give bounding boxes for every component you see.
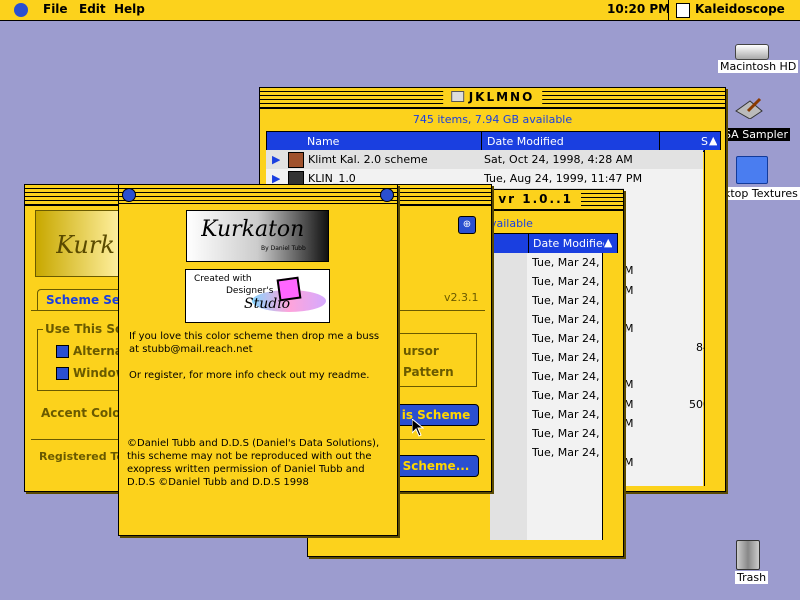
fragment-text: M: [624, 398, 634, 411]
folder-icon: [450, 91, 464, 102]
about-window: Kurkaton By Daniel Tubb Created with Des…: [118, 184, 398, 536]
file-date: Sat, Oct 24, 1998, 4:28 AM: [484, 153, 633, 166]
file-date: Tue, Mar 24,: [532, 294, 600, 307]
textures-label[interactable]: ktop Textures: [722, 187, 800, 200]
file-date: Tue, Aug 24, 1999, 11:47 PM: [484, 172, 643, 185]
fragment-text: M: [624, 417, 634, 430]
option-label[interactable]: ursor: [403, 344, 439, 358]
title-bar[interactable]: [119, 185, 397, 204]
designers-studio-logo: Created with Designer's Studio: [185, 269, 330, 323]
checkbox-alternate[interactable]: [56, 345, 69, 358]
trash-icon[interactable]: [736, 540, 760, 570]
fragment-text: M: [624, 264, 634, 277]
version-label: v2.3.1: [444, 291, 479, 304]
logo-byline: By Daniel Tubb: [261, 245, 306, 252]
column-header-date[interactable]: Date Modified: [533, 237, 610, 250]
option-group: [37, 329, 129, 391]
file-date: Tue, Mar 24,: [532, 313, 600, 326]
folder-icon[interactable]: [736, 156, 768, 184]
registered-to-label: Registered To:: [39, 450, 129, 463]
list-header: Name Date Modified S ▲: [266, 131, 721, 152]
option-label[interactable]: Alterna: [73, 344, 123, 358]
logo-text: Kurk: [56, 231, 115, 259]
window-title: JKLMNO: [442, 90, 543, 104]
sampler-label[interactable]: SA Sampler: [722, 128, 790, 141]
apple-menu-icon[interactable]: [14, 3, 28, 17]
studio-line2: Designer's: [226, 286, 274, 296]
list-area: [490, 253, 527, 540]
folder-info: vailable: [490, 217, 533, 230]
hard-drive-label[interactable]: Macintosh HD: [718, 60, 799, 73]
help-icon[interactable]: ⊕: [458, 216, 476, 234]
fragment-text: M: [624, 456, 634, 469]
column-header-date[interactable]: Date Modified: [487, 135, 564, 148]
vertical-scrollbar[interactable]: [602, 253, 619, 540]
menu-bar: File Edit Help 10:20 PM Kaleidoscope: [0, 0, 800, 21]
fragment-text: M: [624, 322, 634, 335]
menubar-clock[interactable]: 10:20 PM: [607, 2, 670, 16]
list-header: Date Modified ▲: [490, 233, 618, 254]
fragment-text: M: [624, 378, 634, 391]
divider: [481, 132, 482, 151]
divider: [668, 0, 669, 20]
accent-color-label: Accent Color: [41, 406, 127, 420]
close-box[interactable]: [122, 188, 136, 202]
hard-drive-icon[interactable]: [735, 44, 769, 60]
logo-title: Kurkaton: [201, 217, 305, 242]
tab-label: Scheme Set: [46, 293, 126, 307]
option-label[interactable]: Pattern: [403, 365, 454, 379]
file-list: Tue, Mar 24, Tue, Mar 24, Tue, Mar 24, T…: [490, 253, 602, 540]
scheme-button[interactable]: Scheme...: [393, 455, 479, 477]
sort-direction-icon[interactable]: ▲: [709, 134, 718, 147]
folder-info: 745 items, 7.94 GB available: [412, 113, 573, 126]
button-label: Scheme...: [402, 459, 470, 473]
application-menu[interactable]: Kaleidoscope: [695, 2, 785, 16]
column-header-size[interactable]: S: [701, 135, 708, 148]
app-menu-icon[interactable]: [676, 3, 690, 18]
file-date: Tue, Mar 24,: [532, 332, 600, 345]
vertical-scrollbar[interactable]: [704, 150, 721, 486]
about-copyright: ©Daniel Tubb and D.D.S (Daniel's Data So…: [127, 438, 380, 488]
logo-banner: Kurk: [35, 210, 121, 277]
file-date: Tue, Mar 24,: [532, 408, 600, 421]
tab-scheme-settings[interactable]: Scheme Set: [37, 289, 127, 311]
column-header-name[interactable]: Name: [307, 135, 340, 148]
list-area: M M M 84 M M 500 M M: [624, 188, 710, 486]
about-text-2: Or register, for more info check out my …: [129, 370, 370, 381]
trash-label[interactable]: Trash: [735, 571, 769, 584]
menu-file[interactable]: File: [43, 2, 68, 16]
file-date: Tue, Mar 24,: [532, 389, 600, 402]
title-bar[interactable]: JKLMNO: [260, 88, 725, 109]
file-date: Tue, Mar 24,: [532, 351, 600, 364]
file-date: Tue, Mar 24,: [532, 427, 600, 440]
menu-help[interactable]: Help: [114, 2, 145, 16]
kurkaton-logo: Kurkaton By Daniel Tubb: [186, 210, 329, 262]
sort-direction-icon[interactable]: ▲: [604, 236, 613, 249]
divider: [659, 132, 660, 151]
divider: [528, 234, 529, 253]
about-text-1: If you love this color scheme then drop …: [129, 331, 380, 355]
checkbox-window[interactable]: [56, 367, 69, 380]
studio-line1: Created with: [194, 274, 252, 284]
file-name: Klimt Kal. 2.0 scheme: [308, 153, 428, 166]
disclosure-triangle-icon[interactable]: ▶: [272, 153, 280, 166]
studio-word: Studio: [244, 296, 291, 312]
file-icon: [288, 152, 304, 168]
zoom-box[interactable]: [380, 188, 394, 202]
file-date: Tue, Mar 24,: [532, 256, 600, 269]
window-title-text: JKLMNO: [468, 90, 535, 104]
menu-edit[interactable]: Edit: [79, 2, 106, 16]
apply-scheme-button[interactable]: is Scheme: [393, 404, 479, 426]
file-date: Tue, Mar 24,: [532, 370, 600, 383]
file-date: Tue, Mar 24,: [532, 446, 600, 459]
sampler-icon[interactable]: [734, 97, 764, 120]
table-row[interactable]: ▶ Klimt Kal. 2.0 scheme Sat, Oct 24, 199…: [266, 150, 703, 170]
fragment-text: M: [624, 284, 634, 297]
mouse-cursor-icon: [411, 417, 425, 440]
file-date: Tue, Mar 24,: [532, 275, 600, 288]
